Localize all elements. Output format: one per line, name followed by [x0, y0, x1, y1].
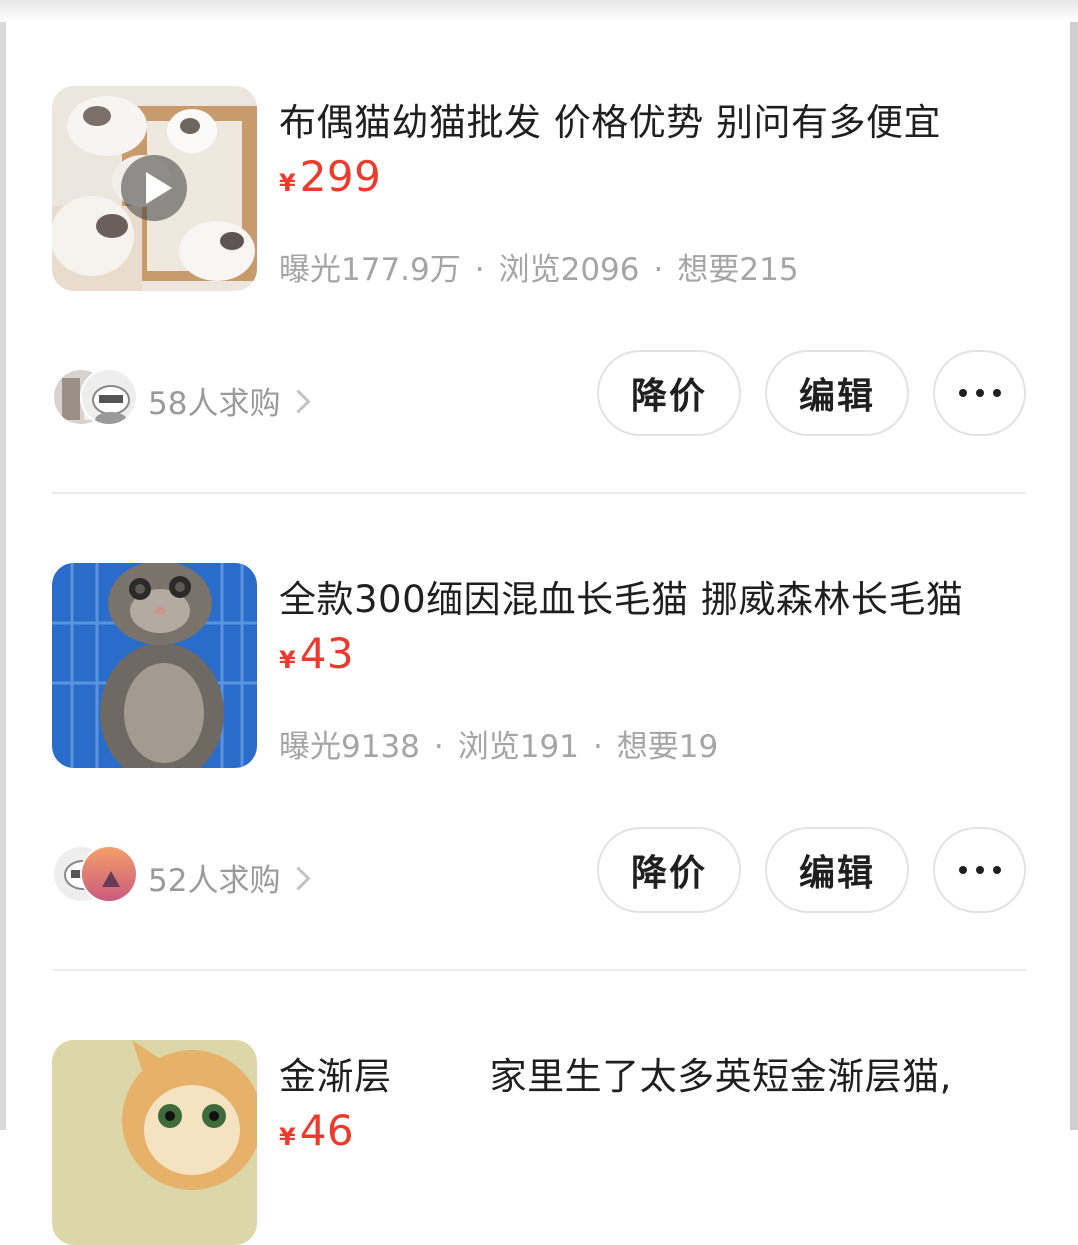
exposure-count: 曝光177.9万	[279, 252, 461, 288]
more-button[interactable]	[933, 350, 1026, 436]
golden-kitten-image	[52, 1040, 257, 1245]
price-amount: 46	[299, 1106, 355, 1155]
edit-button[interactable]: 编辑	[765, 827, 909, 913]
listing-title[interactable]: 布偶猫幼猫批发 价格优势 别问有多便宜	[279, 92, 941, 146]
currency-symbol: ¥	[279, 169, 296, 197]
buyers-count: 52人求购	[148, 863, 281, 899]
exposure-count: 曝光9138	[279, 729, 420, 765]
separator: ·	[474, 252, 485, 288]
chevron-right-icon	[286, 389, 311, 414]
listing-title[interactable]: 金渐层 家里生了太多英短金渐层猫,	[279, 1046, 952, 1100]
maine-coon-kitten-image	[52, 563, 257, 768]
listing-thumbnail[interactable]	[52, 1040, 257, 1245]
more-dots-icon	[958, 866, 1001, 874]
listing-stats: 曝光9138 · 浏览191 · 想要19	[279, 721, 718, 766]
price-amount: 43	[299, 629, 355, 678]
lower-price-button[interactable]: 降价	[597, 350, 741, 436]
buyers-count: 58人求购	[148, 386, 281, 422]
listing-price: ¥46	[279, 1106, 354, 1155]
want-count: 想要215	[677, 252, 799, 288]
top-shade	[0, 0, 1078, 22]
ragdoll-kittens-image	[52, 86, 257, 291]
separator: ·	[433, 729, 444, 765]
listing-thumbnail[interactable]	[52, 563, 257, 768]
edit-button[interactable]: 编辑	[765, 350, 909, 436]
more-button[interactable]	[933, 827, 1026, 913]
right-edge	[1070, 0, 1078, 1130]
separator: ·	[653, 252, 664, 288]
separator: ·	[592, 729, 603, 765]
avatar	[80, 845, 138, 903]
left-edge	[0, 0, 6, 1130]
currency-symbol: ¥	[279, 646, 296, 674]
divider	[52, 492, 1026, 494]
more-dots-icon	[958, 389, 1001, 397]
lower-price-button[interactable]: 降价	[597, 827, 741, 913]
view-count: 浏览191	[457, 729, 579, 765]
divider	[52, 969, 1026, 971]
listing-price: ¥43	[279, 629, 354, 678]
chevron-right-icon	[286, 866, 311, 891]
listing-stats: 曝光177.9万 · 浏览2096 · 想要215	[279, 244, 799, 289]
currency-symbol: ¥	[279, 1123, 296, 1151]
listing-thumbnail-video[interactable]	[52, 86, 257, 291]
listing-title[interactable]: 全款300缅因混血长毛猫 挪威森林长毛猫	[279, 569, 963, 623]
listing-price: ¥299	[279, 152, 381, 201]
price-amount: 299	[299, 152, 382, 201]
view-count: 浏览2096	[498, 252, 640, 288]
avatar	[80, 368, 138, 426]
want-count: 想要19	[616, 729, 719, 765]
